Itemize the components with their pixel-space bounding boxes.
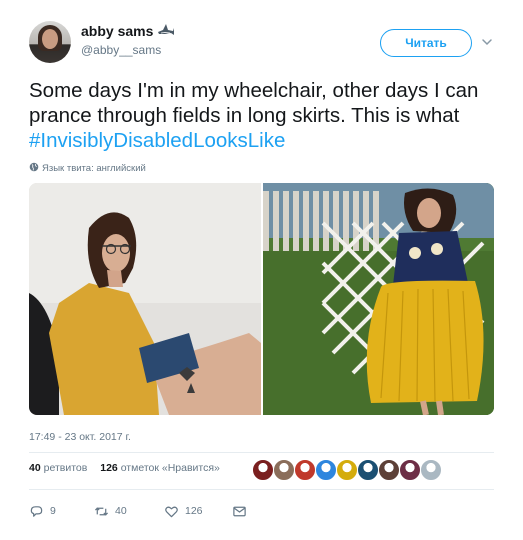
- tweet-stats: 40 ретвитов 126 отметок «Нравится»: [29, 462, 230, 474]
- tweet-header: abby sams @abby__sams Читать: [29, 18, 499, 64]
- divider-bottom: [29, 489, 494, 490]
- likes-count[interactable]: 126: [100, 462, 118, 474]
- retweets-count[interactable]: 40: [29, 462, 41, 474]
- heart-icon: [165, 506, 178, 517]
- globe-icon: [29, 162, 39, 172]
- reply-icon: [30, 505, 43, 517]
- envelope-icon: [233, 506, 246, 516]
- retweet-icon: [94, 506, 109, 516]
- liker-avatar[interactable]: [378, 459, 400, 481]
- like-button[interactable]: 126: [164, 502, 203, 520]
- avatar[interactable]: [29, 21, 71, 63]
- photo-woman-yellow-skirt[interactable]: [263, 183, 494, 415]
- tweet-text: Some days I'm in my wheelchair, other da…: [29, 78, 495, 153]
- chevron-down-icon[interactable]: [481, 36, 493, 48]
- liker-avatar[interactable]: [252, 459, 274, 481]
- like-count: 126: [185, 505, 203, 517]
- direct-message-button[interactable]: [232, 502, 253, 520]
- shark-emoji-icon: [158, 24, 175, 35]
- liker-avatar[interactable]: [336, 459, 358, 481]
- retweet-button[interactable]: 40: [94, 502, 127, 520]
- follow-button[interactable]: Читать: [380, 29, 472, 57]
- display-name[interactable]: abby sams: [81, 23, 175, 39]
- display-name-text[interactable]: abby sams: [81, 23, 153, 39]
- liker-avatar[interactable]: [399, 459, 421, 481]
- tweet-timestamp[interactable]: 17:49 - 23 окт. 2017 г.: [29, 431, 131, 443]
- username[interactable]: @abby__sams: [81, 43, 161, 57]
- reply-button[interactable]: 9: [29, 502, 56, 520]
- liker-avatar[interactable]: [294, 459, 316, 481]
- media-grid: [29, 183, 494, 415]
- retweet-count: 40: [115, 505, 127, 517]
- photo-left-image: [29, 183, 261, 415]
- retweets-stat[interactable]: 40 ретвитов: [29, 462, 87, 474]
- photo-right-image: [263, 183, 494, 415]
- liker-avatar[interactable]: [273, 459, 295, 481]
- liker-avatar[interactable]: [357, 459, 379, 481]
- liker-avatar[interactable]: [315, 459, 337, 481]
- divider-top: [29, 452, 494, 453]
- retweets-label[interactable]: ретвитов: [44, 462, 88, 474]
- tweet-language: Язык твита: английский: [29, 162, 146, 174]
- likes-label[interactable]: отметок «Нравится»: [121, 462, 220, 474]
- tweet-body: Some days I'm in my wheelchair, other da…: [29, 79, 479, 127]
- liker-avatar[interactable]: [420, 459, 442, 481]
- language-note: Язык твита: английский: [42, 163, 146, 174]
- reply-count: 9: [50, 505, 56, 517]
- likes-stat[interactable]: 126 отметок «Нравится»: [100, 462, 220, 474]
- photo-woman-sitting[interactable]: [29, 183, 261, 415]
- hashtag-link[interactable]: #InvisiblyDisabledLooksLike: [29, 129, 285, 152]
